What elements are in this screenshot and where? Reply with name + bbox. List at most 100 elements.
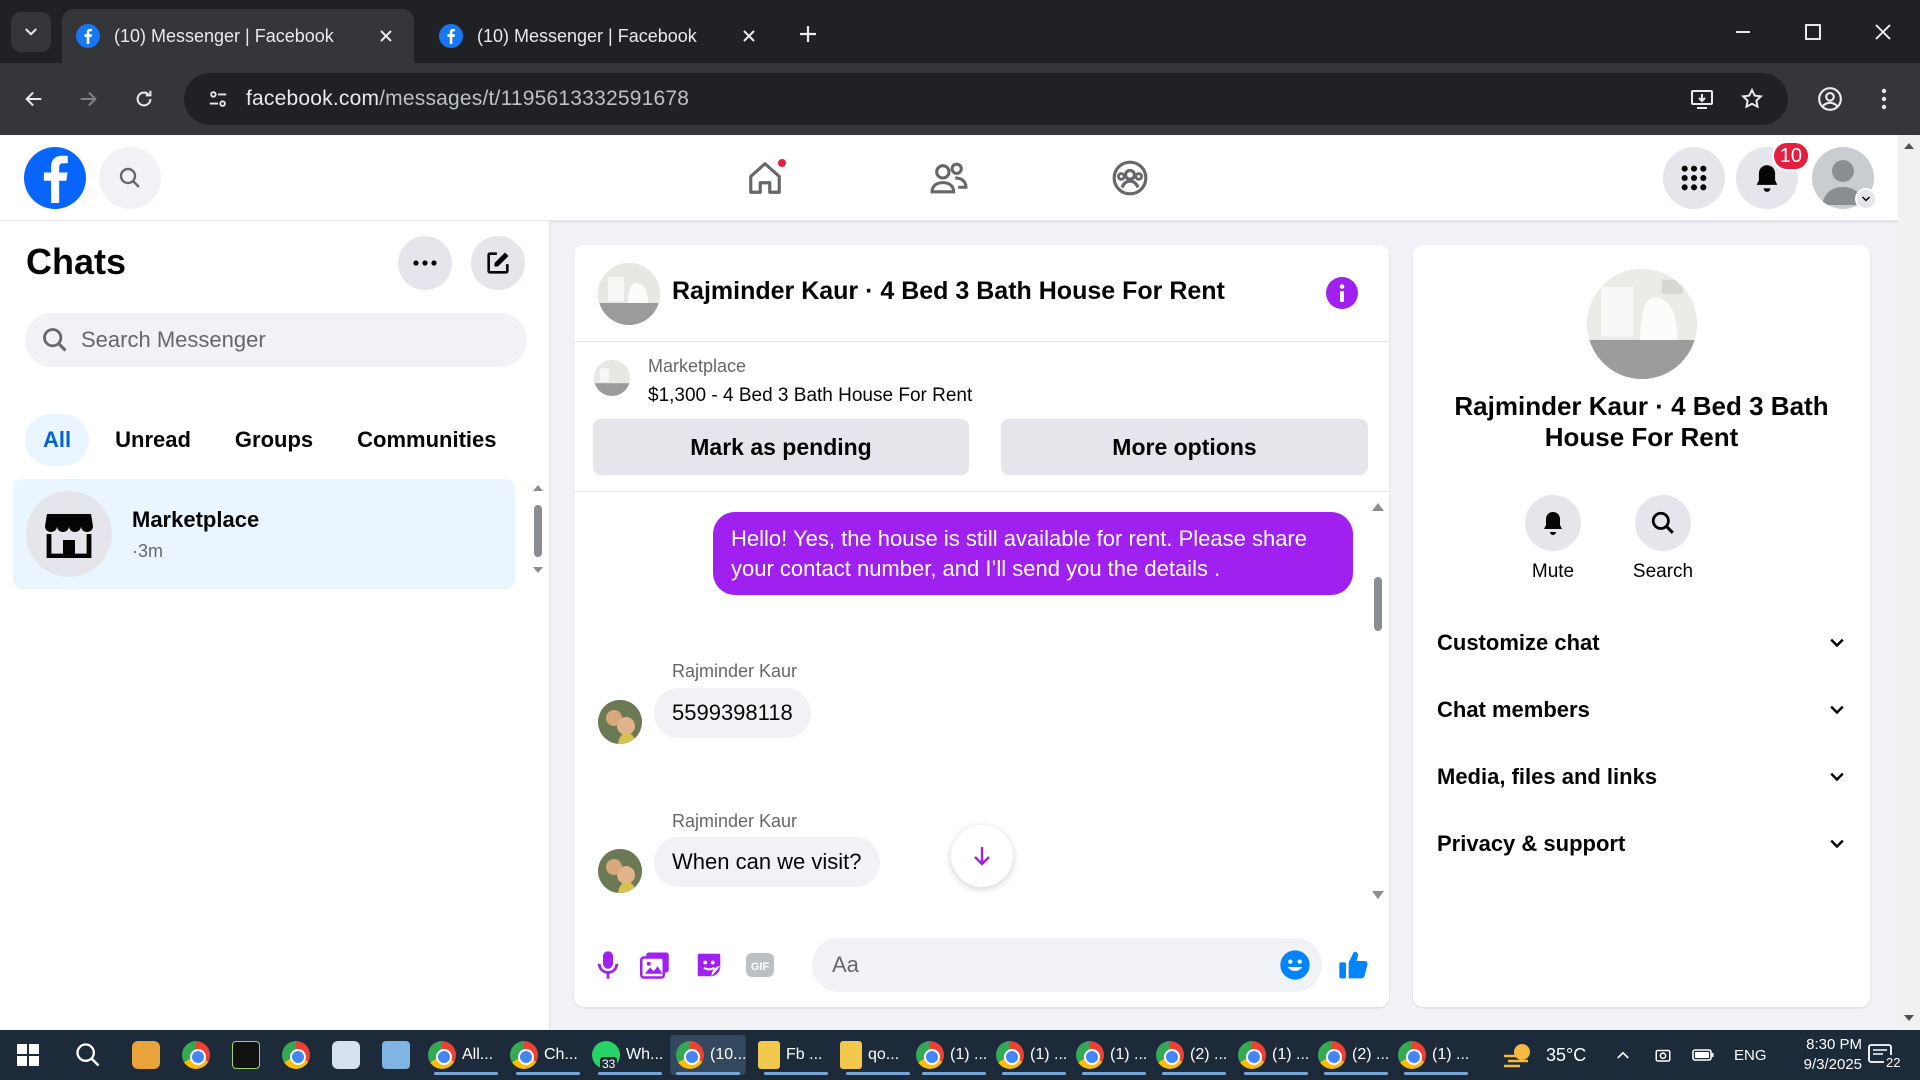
bookmark-star-icon[interactable] (1734, 81, 1770, 117)
incoming-message[interactable]: 5599398118 (654, 688, 811, 738)
forward-button[interactable] (68, 79, 108, 119)
chat-avatar[interactable] (598, 263, 660, 325)
home-nav-button[interactable] (736, 153, 794, 203)
taskbar-window[interactable]: (1) ... (1238, 1035, 1314, 1075)
taskbar-window[interactable]: Ch... (510, 1035, 586, 1075)
back-button[interactable] (14, 79, 54, 119)
page-scrollbar[interactable] (1898, 135, 1920, 1030)
maximize-button[interactable] (1795, 14, 1831, 50)
sidebar-scrollbar[interactable] (530, 479, 546, 599)
tab-search-button[interactable] (11, 12, 51, 52)
taskbar-window[interactable]: (2) ... (1156, 1035, 1232, 1075)
minimize-button[interactable] (1725, 14, 1761, 50)
show-hidden-icons-button[interactable] (1614, 1030, 1632, 1080)
emoji-button[interactable] (1277, 947, 1313, 983)
mark-as-pending-button[interactable]: Mark as pending (593, 419, 969, 475)
message-input[interactable]: Aa (812, 938, 1322, 992)
browser-menu-button[interactable] (1864, 79, 1904, 119)
taskbar-pinned-app[interactable] (332, 1035, 366, 1075)
outgoing-message[interactable]: Hello! Yes, the house is still available… (713, 512, 1353, 595)
chat-members-section[interactable]: Chat members (1437, 688, 1847, 732)
listing-thumbnail[interactable] (594, 360, 630, 396)
menu-button[interactable] (1663, 147, 1725, 209)
chat-title[interactable]: Rajminder Kaur · 4 Bed 3 Bath House For … (672, 277, 1225, 306)
taskbar-search-button[interactable] (74, 1035, 102, 1075)
chat-scrollbar[interactable] (1369, 493, 1387, 913)
notification-center-button[interactable]: 22 (1868, 1030, 1903, 1080)
tray-app-icon[interactable] (1654, 1030, 1672, 1080)
info-avatar[interactable] (1587, 269, 1697, 379)
facebook-search-button[interactable] (99, 147, 161, 209)
groups-nav-button[interactable] (1101, 153, 1159, 203)
tab-title: (10) Messenger | Facebook (477, 25, 697, 46)
reload-button[interactable] (124, 79, 164, 119)
search-action[interactable]: Search (1618, 495, 1708, 583)
attach-media-button[interactable] (637, 947, 673, 983)
scroll-to-bottom-button[interactable] (951, 825, 1013, 887)
sticker-button[interactable] (691, 947, 727, 983)
taskbar-window[interactable]: (1) ... (996, 1035, 1072, 1075)
taskbar-window[interactable]: Fb ... (758, 1035, 834, 1075)
privacy-support-section[interactable]: Privacy & support (1437, 822, 1847, 866)
filter-communities[interactable]: Communities (339, 414, 514, 466)
send-like-button[interactable] (1336, 947, 1372, 983)
more-options-button[interactable]: More options (1001, 419, 1368, 475)
browser-tab-active[interactable]: (10) Messenger | Facebook (62, 9, 414, 63)
facebook-logo[interactable] (24, 147, 86, 209)
taskbar-pinned-chrome[interactable] (282, 1035, 316, 1075)
taskbar-window[interactable]: qo... (840, 1035, 916, 1075)
taskbar-window[interactable]: (1) ... (1076, 1035, 1152, 1075)
battery-status-icon[interactable] (1692, 1030, 1714, 1080)
chevron-down-icon (1830, 839, 1844, 849)
taskbar-pinned-app[interactable] (132, 1035, 166, 1075)
chat-options-button[interactable] (398, 236, 452, 290)
close-tab-icon[interactable] (735, 22, 763, 50)
taskbar-window[interactable]: (2) ... (1318, 1035, 1394, 1075)
notification-count: 22 (1884, 1054, 1903, 1070)
conversation-info-panel: Rajminder Kaur · 4 Bed 3 Bath House For … (1413, 245, 1870, 1007)
incoming-message[interactable]: When can we visit? (654, 837, 880, 887)
weather-widget[interactable]: 35°C (1502, 1030, 1586, 1080)
messenger-search-input[interactable]: Search Messenger (25, 313, 527, 367)
sender-avatar[interactable] (598, 700, 642, 744)
message-input-placeholder: Aa (832, 952, 859, 977)
taskbar-pinned-app[interactable] (232, 1035, 266, 1075)
browser-tab[interactable]: (10) Messenger | Facebook (425, 9, 777, 63)
new-tab-button[interactable] (792, 18, 824, 50)
account-chevron-icon[interactable] (1855, 188, 1877, 210)
language-indicator[interactable]: ENG (1734, 1030, 1767, 1080)
close-tab-icon[interactable] (372, 22, 400, 50)
sender-avatar[interactable] (598, 849, 642, 893)
filter-all[interactable]: All (25, 414, 90, 466)
taskbar-pinned-chrome[interactable] (182, 1035, 216, 1075)
sticker-icon (697, 953, 721, 977)
filter-groups[interactable]: Groups (217, 414, 331, 466)
site-info-icon[interactable] (200, 81, 236, 117)
section-label: Chat members (1437, 697, 1590, 722)
filter-unread[interactable]: Unread (97, 414, 209, 466)
taskbar-window[interactable]: (1) ... (1398, 1035, 1474, 1075)
profile-button[interactable] (1810, 79, 1850, 119)
notifications-button[interactable]: 10 (1736, 141, 1810, 209)
address-bar[interactable]: facebook.com/messages/t/1195613332591678 (184, 73, 1788, 125)
voice-clip-button[interactable] (590, 947, 626, 983)
gif-button[interactable]: GIF (742, 947, 778, 983)
taskbar-pinned-app[interactable] (382, 1035, 416, 1075)
new-message-button[interactable] (471, 236, 525, 290)
install-app-icon[interactable] (1684, 81, 1720, 117)
taskbar-window[interactable]: 33 Wh... (592, 1035, 668, 1075)
media-files-links-section[interactable]: Media, files and links (1437, 755, 1847, 799)
taskbar-window[interactable]: (1) ... (916, 1035, 992, 1075)
conversation-info-button[interactable] (1326, 277, 1358, 309)
friends-nav-button[interactable] (920, 153, 978, 203)
mute-action[interactable]: Mute (1508, 495, 1598, 583)
start-button[interactable] (16, 1035, 40, 1075)
url-text: facebook.com/messages/t/1195613332591678 (246, 87, 690, 110)
customize-chat-section[interactable]: Customize chat (1437, 621, 1847, 665)
close-window-button[interactable] (1865, 14, 1901, 50)
listing-title[interactable]: $1,300 - 4 Bed 3 Bath House For Rent (648, 385, 972, 407)
taskbar-window[interactable]: All... (428, 1035, 504, 1075)
taskbar-window-active[interactable]: (10... (670, 1035, 746, 1075)
conversation-item[interactable]: Marketplace ·3m (13, 479, 515, 589)
clock[interactable]: 8:30 PM 9/3/2025 (1782, 1030, 1862, 1080)
